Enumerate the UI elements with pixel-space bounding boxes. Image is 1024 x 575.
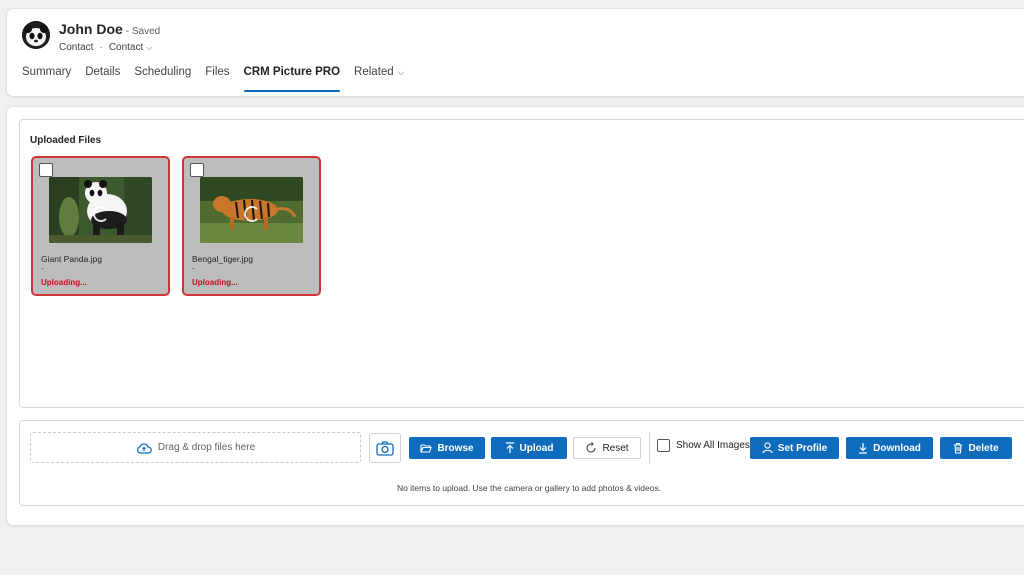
dropzone-label: Drag & drop files here [157,442,256,453]
tab-crm-picture-pro[interactable]: CRM Picture PRO [243,66,340,92]
set-profile-button[interactable]: Set Profile [750,437,839,459]
file-status: Uploading... [192,278,238,287]
file-select-checkbox[interactable] [39,163,53,177]
show-all-images-checkbox[interactable]: Show All Images [657,439,750,452]
person-icon [762,442,773,454]
form-selector[interactable]: Contact ⌵ [109,42,153,53]
reset-button[interactable]: Reset [573,437,641,459]
file-status: Uploading... [41,278,87,287]
arrow-upload-icon [505,442,514,453]
file-tile[interactable]: Giant Panda.jpg - Uploading... [31,156,170,296]
avatar [22,21,50,49]
download-button[interactable]: Download [846,437,933,459]
record-subtitle: Contact · Contact ⌵ [59,42,152,53]
trash-icon [954,442,963,454]
loading-spinner-icon [92,206,109,222]
main-content: Uploaded Files Giant Panda.jpg - Uploadi… [7,107,1024,525]
file-select-checkbox[interactable] [190,163,204,177]
uploaded-files-panel: Uploaded Files Giant Panda.jpg - Uploadi… [19,119,1024,408]
camera-icon [376,440,394,456]
record-name: John Doe [59,21,123,37]
drag-drop-zone[interactable]: Drag & drop files here [30,432,361,463]
file-name: Bengal_tiger.jpg [192,254,253,264]
upload-info-text: No items to upload. Use the camera or ga… [396,483,662,493]
file-thumbnail [200,177,303,243]
upload-button[interactable]: Upload [491,437,567,459]
separator-dot: · [99,42,103,53]
file-size: - [41,264,44,273]
tab-bar: Summary Details Scheduling Files CRM Pic… [22,66,419,92]
refresh-icon [586,442,596,453]
uploaded-files-title: Uploaded Files [30,135,102,146]
chevron-down-icon: ⌵ [146,43,153,52]
cloud-upload-icon [136,442,152,454]
save-status: - Saved [125,26,161,37]
camera-button[interactable] [369,433,401,463]
chevron-down-icon: ⌵ [397,67,405,77]
tab-files[interactable]: Files [205,66,229,91]
upload-toolbar-panel: Drag & drop files here Browse Upload Res… [19,420,1024,506]
tab-details[interactable]: Details [85,66,120,91]
loading-spinner-icon [243,206,260,222]
record-header: John Doe - Saved Contact · Contact ⌵ Summa… [7,9,1024,96]
tab-summary[interactable]: Summary [22,66,71,91]
file-name: Giant Panda.jpg [41,254,102,264]
browse-button[interactable]: Browse [409,437,485,459]
entity-label: Contact [59,42,94,53]
record-title: John Doe - Saved [59,21,160,37]
file-thumbnail [49,177,152,243]
checkbox-box[interactable] [657,439,670,452]
file-tile[interactable]: Bengal_tiger.jpg - Uploading... [182,156,321,296]
folder-open-icon [420,444,433,453]
toolbar-divider [649,432,650,464]
delete-button[interactable]: Delete [940,437,1012,459]
file-size: - [192,264,195,273]
tab-scheduling[interactable]: Scheduling [134,66,191,91]
tab-related[interactable]: Related ⌵ [354,66,404,91]
arrow-download-icon [859,443,868,454]
